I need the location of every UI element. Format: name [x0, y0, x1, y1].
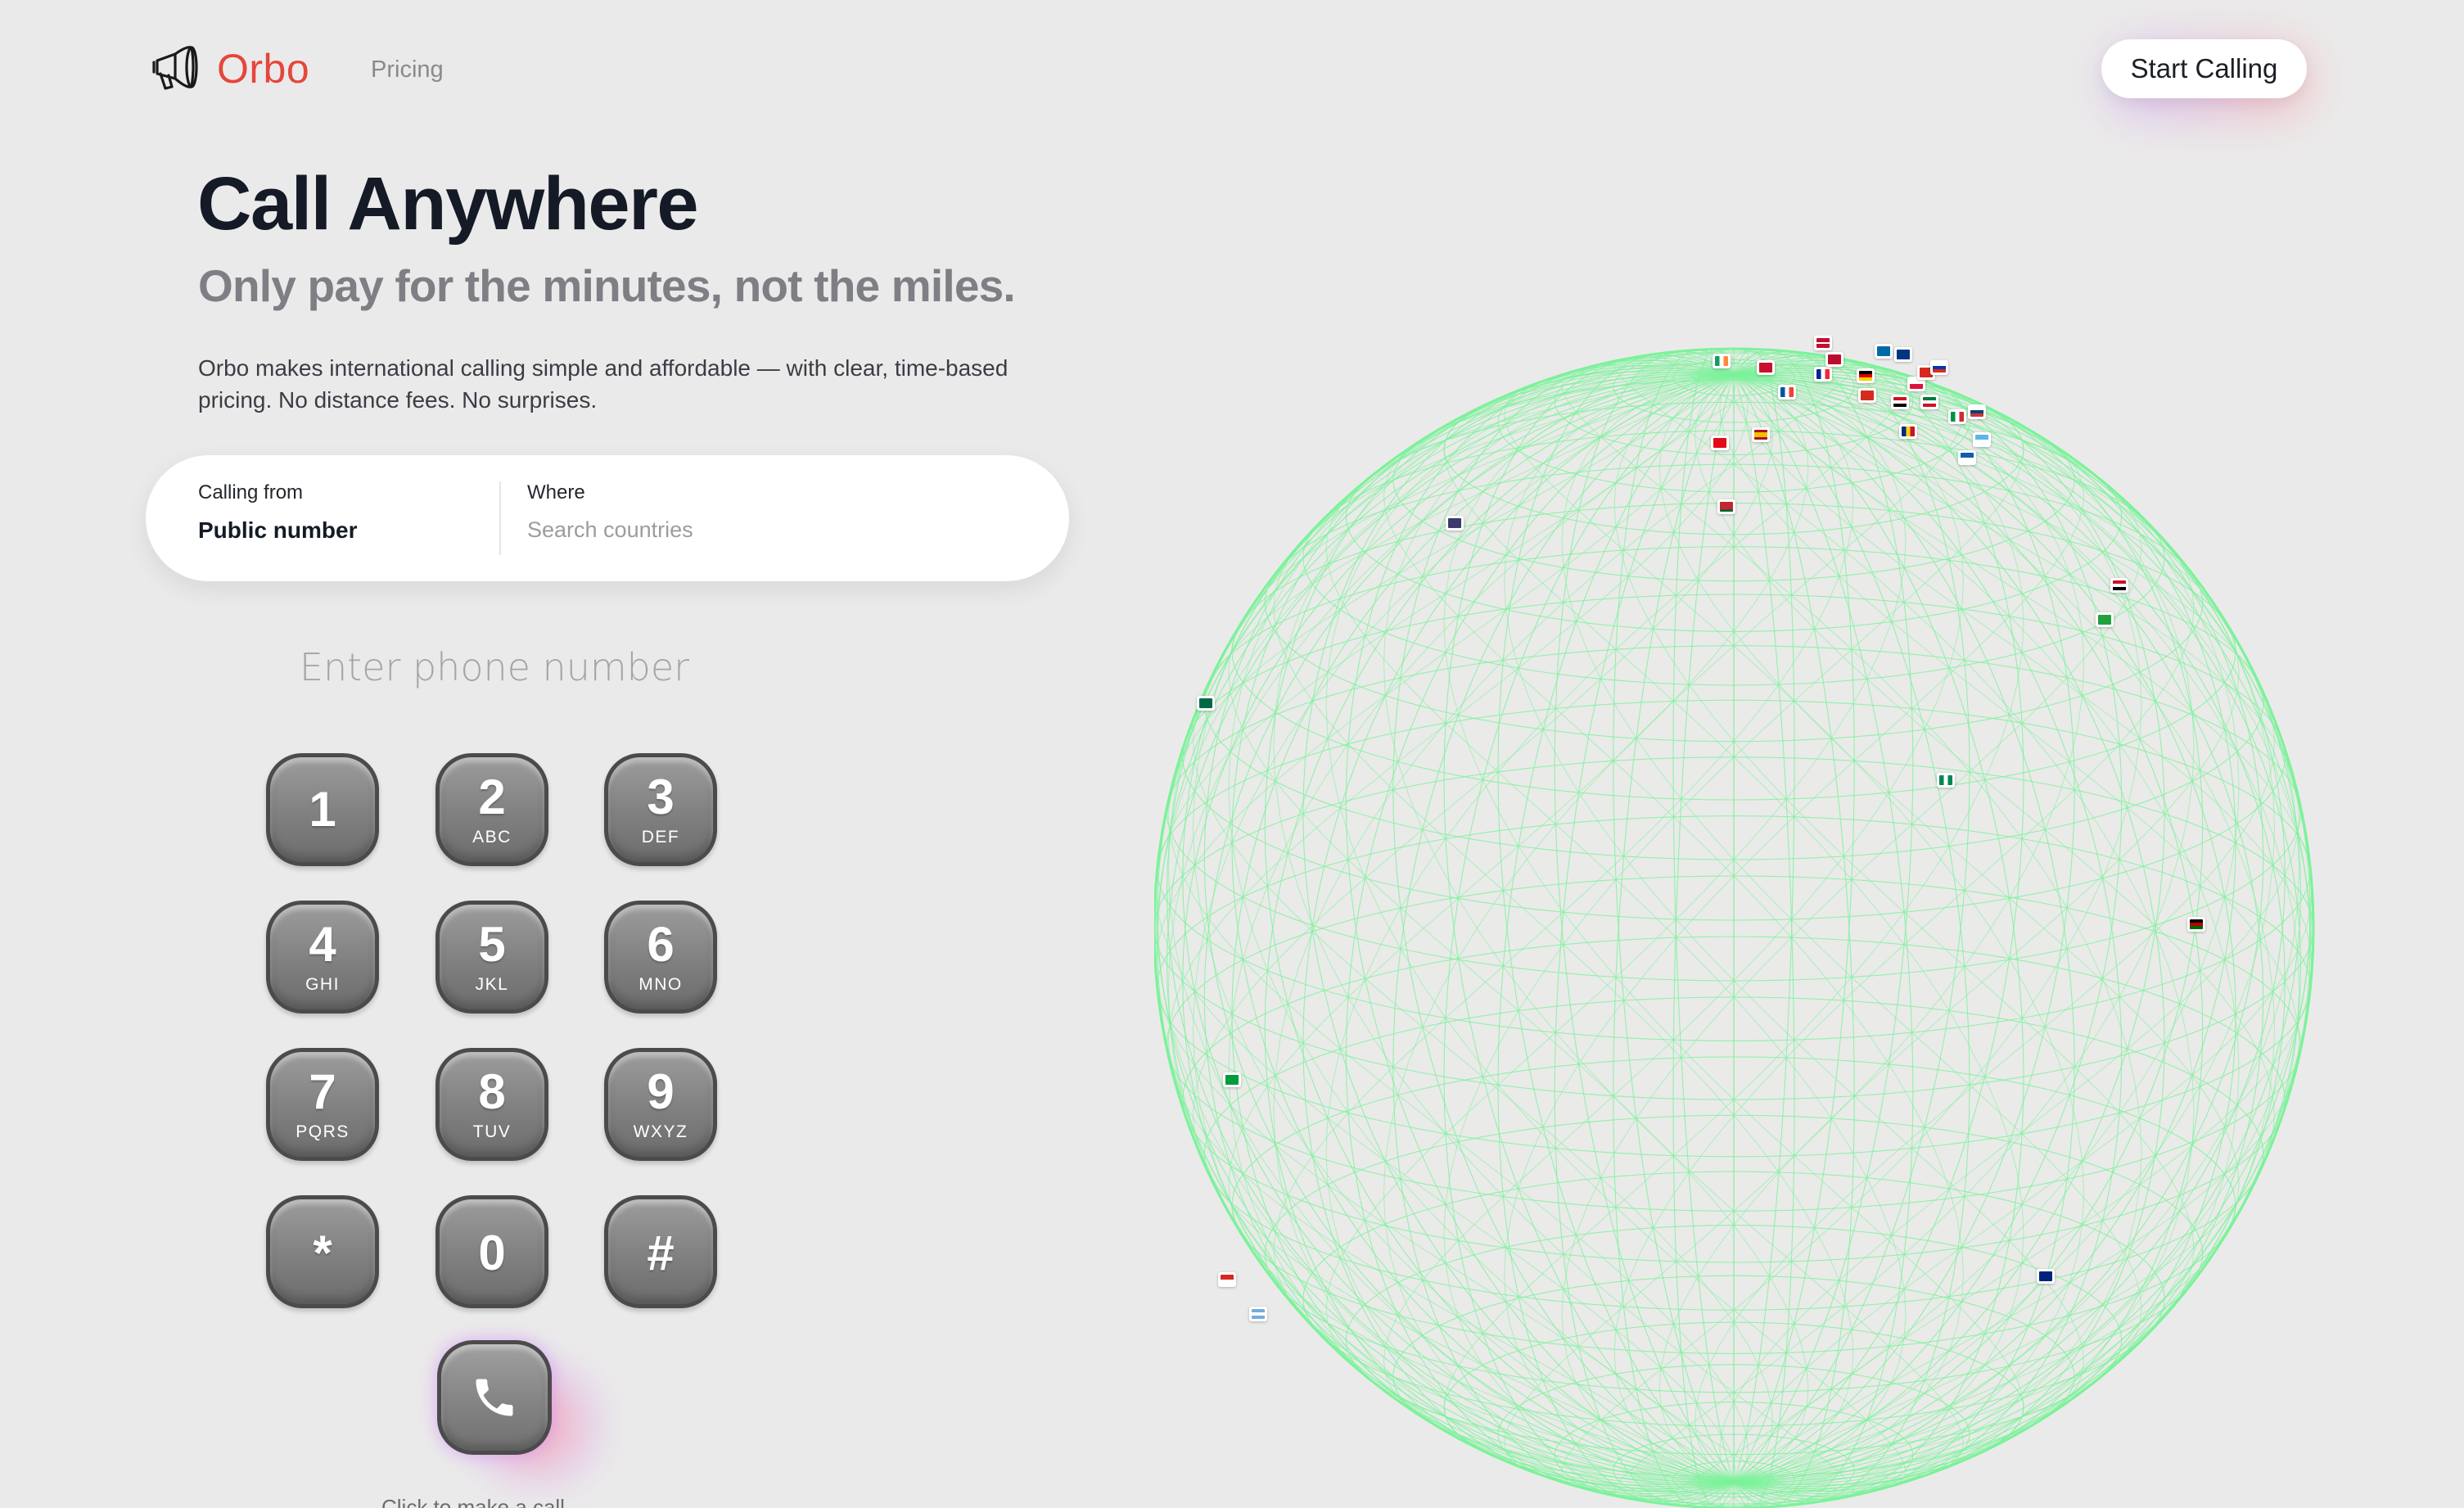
country-flag-marker-icon[interactable]: [1968, 404, 1986, 419]
where-label: Where: [527, 481, 585, 503]
country-flag-marker-icon[interactable]: [2110, 578, 2128, 593]
country-flag-marker-icon[interactable]: [1894, 347, 1912, 362]
page: Orbo Pricing Start Calling Call Anywhere…: [0, 0, 2464, 1508]
country-flag-marker-icon[interactable]: [1858, 388, 1876, 403]
key-4[interactable]: 4 GHI: [266, 901, 379, 1014]
logo[interactable]: [151, 41, 201, 95]
country-flag-marker-icon[interactable]: [2096, 612, 2114, 627]
key-digit: 8: [478, 1064, 506, 1119]
call-search-bar: Calling from Public number Where: [146, 455, 1069, 581]
country-flag-marker-icon[interactable]: [2037, 1269, 2055, 1284]
country-flag-marker-icon[interactable]: [1937, 773, 1955, 788]
globe-wireframe: [1154, 347, 2315, 1508]
country-flag-marker-icon[interactable]: [1711, 436, 1729, 450]
country-flag-marker-icon[interactable]: [1713, 354, 1731, 368]
country-flag-marker-icon[interactable]: [1752, 427, 1770, 442]
country-flag-marker-icon[interactable]: [1223, 1072, 1241, 1087]
page-subtitle: Only pay for the minutes, not the miles.: [198, 260, 1016, 311]
key-star[interactable]: *: [266, 1195, 379, 1308]
key-letters: JKL: [475, 975, 509, 994]
brand-name[interactable]: Orbo: [217, 44, 309, 93]
key-digit: *: [313, 1226, 332, 1280]
key-6[interactable]: 6 MNO: [604, 901, 717, 1014]
calling-from-select[interactable]: Public number: [198, 517, 357, 544]
nav-pricing-link[interactable]: Pricing: [371, 55, 444, 84]
country-flag-marker-icon[interactable]: [2187, 917, 2205, 932]
country-search-input[interactable]: [527, 512, 986, 547]
key-digit: 0: [478, 1226, 506, 1280]
key-digit: 5: [478, 917, 506, 972]
key-5[interactable]: 5 JKL: [435, 901, 548, 1014]
country-flag-marker-icon[interactable]: [1446, 516, 1464, 531]
country-flag-marker-icon[interactable]: [1814, 336, 1832, 350]
key-2[interactable]: 2 ABC: [435, 753, 548, 866]
country-flag-marker-icon[interactable]: [1920, 395, 1938, 409]
key-3[interactable]: 3 DEF: [604, 753, 717, 866]
country-flag-marker-icon[interactable]: [1218, 1272, 1236, 1287]
wireframe-globe[interactable]: [1154, 336, 2325, 1508]
phone-number-input[interactable]: [270, 639, 719, 696]
key-hash[interactable]: #: [604, 1195, 717, 1308]
key-1[interactable]: 1: [266, 753, 379, 866]
country-flag-marker-icon[interactable]: [1930, 360, 1948, 375]
country-flag-marker-icon[interactable]: [1825, 352, 1843, 367]
country-flag-marker-icon[interactable]: [1948, 409, 1966, 424]
key-letters: DEF: [641, 828, 680, 847]
country-flag-marker-icon[interactable]: [1757, 360, 1775, 375]
megaphone-icon: [152, 46, 198, 90]
country-flag-marker-icon[interactable]: [1778, 385, 1796, 400]
call-button[interactable]: [437, 1340, 552, 1455]
start-calling-button[interactable]: Start Calling: [2101, 39, 2307, 98]
page-title: Call Anywhere: [197, 162, 699, 246]
key-9[interactable]: 9 WXYZ: [604, 1048, 717, 1161]
key-digit: #: [647, 1226, 675, 1280]
key-letters: WXYZ: [633, 1122, 688, 1141]
phone-icon: [476, 1379, 513, 1416]
key-letters: ABC: [472, 828, 512, 847]
key-letters: GHI: [305, 975, 340, 994]
calling-from-label: Calling from: [198, 481, 304, 503]
key-digit: 4: [309, 917, 336, 972]
hero-description: Orbo makes international calling simple …: [198, 355, 1009, 413]
key-digit: 7: [309, 1064, 336, 1119]
key-digit: 1: [309, 782, 336, 837]
key-digit: 6: [647, 917, 675, 972]
country-flag-marker-icon[interactable]: [1875, 344, 1893, 359]
country-flag-marker-icon[interactable]: [1857, 368, 1875, 383]
key-digit: 9: [647, 1064, 675, 1119]
key-digit: 2: [478, 770, 506, 824]
country-flag-marker-icon[interactable]: [1814, 367, 1832, 382]
country-flag-marker-icon[interactable]: [1891, 395, 1909, 409]
key-letters: TUV: [472, 1122, 512, 1141]
key-letters: MNO: [639, 975, 683, 994]
country-flag-marker-icon[interactable]: [1958, 450, 1976, 465]
country-flag-marker-icon[interactable]: [1973, 432, 1991, 447]
key-0[interactable]: 0: [435, 1195, 548, 1308]
country-flag-marker-icon[interactable]: [1249, 1307, 1267, 1321]
search-divider: [499, 481, 501, 555]
key-digit: 3: [647, 770, 675, 824]
key-7[interactable]: 7 PQRS: [266, 1048, 379, 1161]
key-8[interactable]: 8 TUV: [435, 1048, 548, 1161]
country-flag-marker-icon[interactable]: [1197, 696, 1215, 711]
country-flag-marker-icon[interactable]: [1899, 424, 1917, 439]
key-letters: PQRS: [296, 1122, 350, 1141]
call-hint-text: Click to make a call: [381, 1495, 565, 1508]
country-flag-marker-icon[interactable]: [1717, 499, 1735, 514]
